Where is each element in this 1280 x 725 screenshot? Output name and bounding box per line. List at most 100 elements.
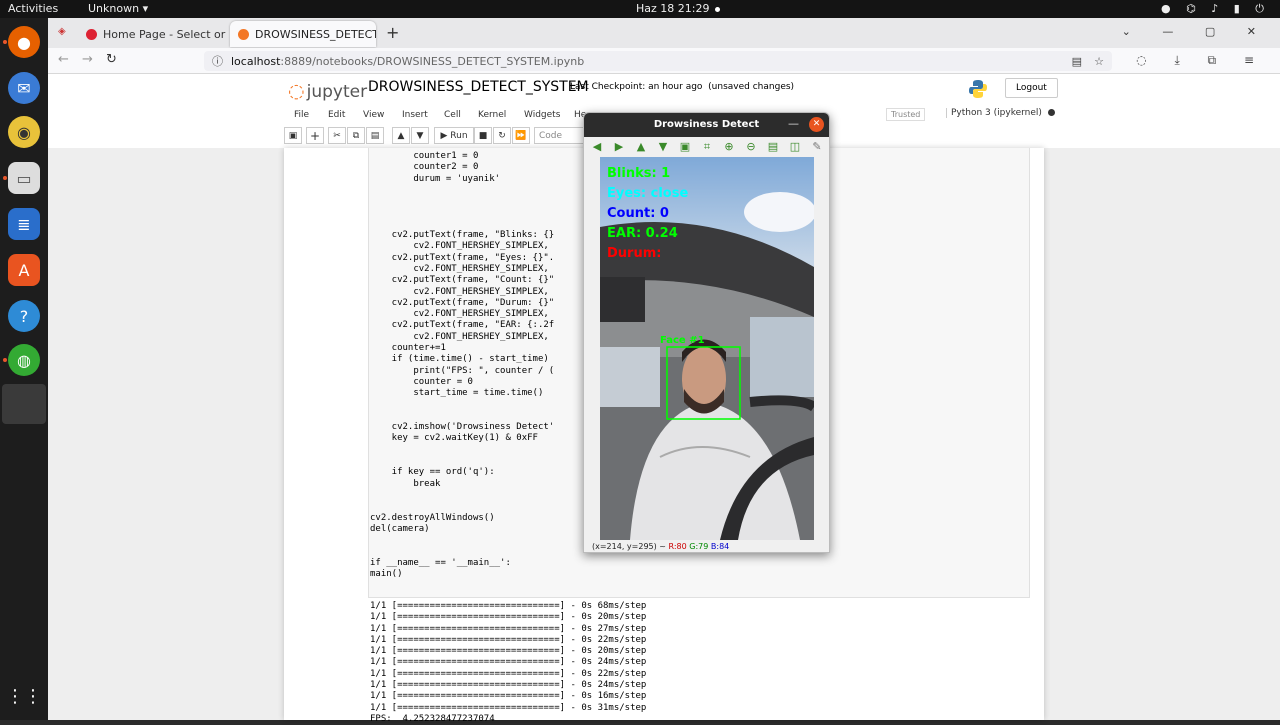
menu-kernel[interactable]: Kernel — [478, 110, 506, 120]
jupyter-logo[interactable]: ◌ jupyter — [288, 80, 367, 102]
overlay-eyes: Eyes: close — [607, 186, 688, 201]
system-tray[interactable]: ● ⌬ ♪ ▮ ⏻ — [1161, 2, 1270, 16]
code-line: if key == ord('q'): — [370, 467, 495, 478]
move-up-icon[interactable]: ▲ — [392, 127, 410, 144]
jupyter-toolbar: ▣ + ✂ ⧉ ▤ ▲ ▼ ▶ Run ■ ↻ ⏩ Code — [284, 127, 584, 145]
save-icon[interactable]: ▣ — [284, 127, 302, 144]
new-tab-icon[interactable]: + — [386, 23, 399, 42]
overlay-durum: Durum: — [607, 246, 661, 261]
output-line: 1/1 [==============================] - 0… — [370, 623, 647, 634]
thunderbird-icon[interactable]: ✉ — [8, 72, 40, 104]
app-menu[interactable]: Unknown ▾ — [88, 2, 148, 15]
toolbar-icons[interactable]: ◌ ⤓ ⧉ ≡ — [1136, 53, 1266, 68]
pan-right-icon[interactable]: ▶ — [612, 140, 626, 154]
kernel-indicator[interactable]: Python 3 (ipykernel) — [946, 108, 1055, 118]
opencv-status-bar: (x=214, y=295) ~ R:80 G:79 B:84 — [592, 542, 729, 551]
status-blue: B:84 — [710, 542, 730, 551]
reader-icon[interactable]: ▤ — [1072, 55, 1082, 68]
save-image-icon[interactable]: ▤ — [766, 140, 780, 154]
tab-strip: ◈ Home Page - Select or cr ✕ DROWSINESS_… — [48, 18, 1280, 48]
notebook-name[interactable]: DROWSINESS_DETECT_SYSTEM — [368, 79, 589, 95]
code-line: cv2.destroyAllWindows() — [370, 512, 495, 523]
zoom-out-icon[interactable]: ⊖ — [744, 140, 758, 154]
pan-down-icon[interactable]: ▼ — [656, 140, 670, 154]
active-window-slot[interactable] — [2, 384, 46, 424]
menu-view[interactable]: View — [363, 110, 384, 120]
trusted-badge[interactable]: Trusted — [886, 108, 926, 121]
site-info-icon[interactable]: ⓘ — [212, 53, 223, 69]
menu-file[interactable]: File — [294, 110, 309, 120]
logout-button[interactable]: Logout — [1005, 78, 1058, 98]
code-editor[interactable]: counter1 = 0 counter2 = 0 durum = 'uyani… — [370, 151, 554, 580]
output-line: 1/1 [==============================] - 0… — [370, 702, 647, 713]
firefox-icon[interactable]: ● — [8, 26, 40, 58]
code-line: main() — [370, 568, 403, 579]
copy-image-icon[interactable]: ◫ — [788, 140, 802, 154]
cell-output: 1/1 [==============================] - 0… — [370, 601, 646, 725]
code-line: counter = 0 — [370, 376, 473, 387]
running-indicator — [3, 176, 7, 180]
overlay-blinks: Blinks: 1 — [607, 166, 670, 181]
help-icon[interactable]: ? — [8, 300, 40, 332]
output-line: 1/1 [==============================] - 0… — [370, 680, 647, 691]
output-line: 1/1 [==============================] - 0… — [370, 646, 647, 657]
pan-up-icon[interactable]: ▲ — [634, 140, 648, 154]
tab-home-page[interactable]: Home Page - Select or cr ✕ — [78, 21, 228, 47]
writer-icon[interactable]: ≣ — [8, 208, 40, 240]
properties-icon[interactable]: ✎ — [810, 140, 824, 154]
window-controls[interactable]: ⌄ — ▢ ✕ — [1122, 25, 1270, 38]
tab-favicon-icon — [86, 28, 97, 40]
back-icon[interactable]: ← — [58, 52, 69, 67]
menu-widgets[interactable]: Widgets — [524, 110, 560, 120]
paste-icon[interactable]: ▤ — [366, 127, 384, 144]
browser-icon[interactable]: ◍ — [8, 344, 40, 376]
zoom-in-icon[interactable]: ⊕ — [722, 140, 736, 154]
bookmark-star-icon[interactable]: ☆ — [1094, 55, 1104, 68]
pan-left-icon[interactable]: ◀ — [590, 140, 604, 154]
output-line: 1/1 [==============================] - 0… — [370, 634, 647, 645]
copy-icon[interactable]: ⧉ — [347, 127, 365, 144]
close-window-icon[interactable]: ✕ — [809, 117, 824, 132]
tab-drowsiness[interactable]: DROWSINESS_DETECT_S ✕ — [230, 21, 376, 47]
firefox-view-icon[interactable]: ◈ — [58, 26, 66, 37]
minimize-icon[interactable]: — — [788, 113, 799, 135]
restart-icon[interactable]: ↻ — [493, 127, 511, 144]
menu-cell[interactable]: Cell — [444, 110, 461, 120]
code-line: cv2.putText(frame, "Blinks: {} — [370, 230, 555, 241]
menu-edit[interactable]: Edit — [328, 110, 345, 120]
files-icon[interactable]: ▭ — [8, 162, 40, 194]
run-button[interactable]: ▶ Run — [434, 127, 474, 144]
camera-frame[interactable]: Face #1 Blinks: 1 Eyes: close Count: 0 E… — [600, 157, 814, 540]
jupyter-logo-icon: ◌ — [288, 80, 305, 102]
cut-icon[interactable]: ✂ — [328, 127, 346, 144]
activities-button[interactable]: Activities — [8, 2, 58, 15]
reload-icon[interactable]: ↻ — [106, 52, 117, 67]
restart-run-all-icon[interactable]: ⏩ — [512, 127, 530, 144]
software-icon[interactable]: A — [8, 254, 40, 286]
move-down-icon[interactable]: ▼ — [411, 127, 429, 144]
clock[interactable]: Haz 18 21:29 — [636, 2, 721, 15]
menu-insert[interactable]: Insert — [402, 110, 428, 120]
code-line: cv2.FONT_HERSHEY_SIMPLEX, — [370, 286, 549, 297]
interrupt-icon[interactable]: ■ — [474, 127, 492, 144]
show-apps-icon[interactable]: ⋮⋮ — [6, 680, 42, 712]
status-coords: (x=214, y=295) ~ — [592, 542, 666, 551]
zoom-original-icon[interactable]: ⌗ — [700, 140, 714, 154]
opencv-toolbar: ◀ ▶ ▲ ▼ ▣ ⌗ ⊕ ⊖ ▤ ◫ ✎ — [584, 138, 829, 156]
rhythmbox-icon[interactable]: ◉ — [8, 116, 40, 148]
forward-icon[interactable]: → — [82, 52, 93, 67]
status-red: R:80 — [668, 542, 687, 551]
dock: ● ✉ ◉ ▭ ≣ A ? ◍ ⋮⋮ — [0, 18, 48, 720]
code-line: cv2.putText(frame, "Durum: {}" — [370, 297, 555, 308]
code-line: counter1 = 0 — [370, 151, 479, 161]
zoom-fit-icon[interactable]: ▣ — [678, 140, 692, 154]
insert-cell-icon[interactable]: + — [306, 127, 324, 144]
cell-type-select[interactable]: Code — [534, 127, 584, 144]
url-path: :8889/notebooks/DROWSINESS_DETECT_SYSTEM… — [280, 54, 585, 68]
url-bar[interactable]: ⓘ localhost:8889/notebooks/DROWSINESS_DE… — [204, 51, 1112, 71]
system-top-bar: Activities Unknown ▾ Haz 18 21:29 ● ⌬ ♪ … — [0, 0, 1280, 18]
